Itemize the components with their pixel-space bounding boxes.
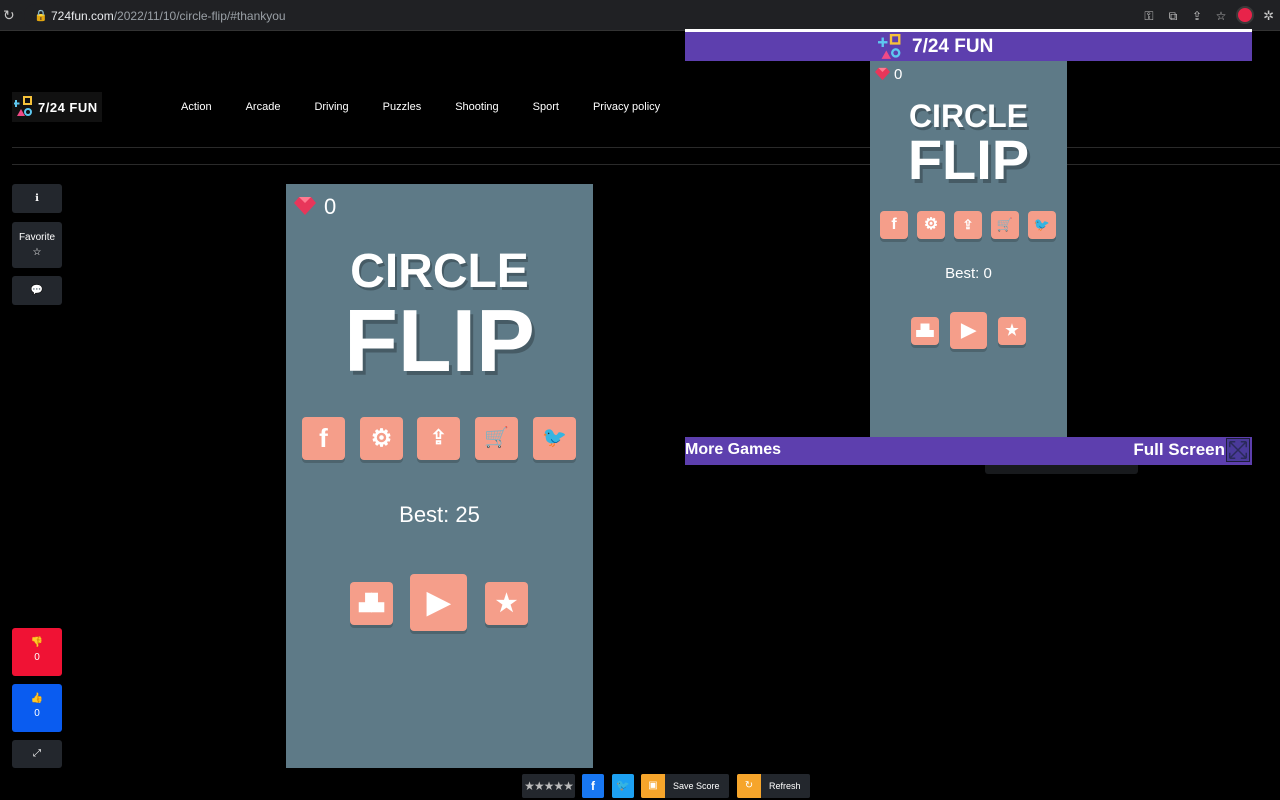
star-icon: ★ — [1005, 322, 1019, 339]
game-title-flip: FLIP — [344, 291, 535, 390]
logo-text: 7/24 FUN — [38, 99, 98, 115]
game-popup-overlay: 7/24 FUN 0 CIRCLE FLIP f ⚙ ⇪ 🛒 🐦 Best: 0… — [685, 29, 1252, 465]
key-icon[interactable]: ⚿ — [1142, 9, 1156, 23]
play-button[interactable]: ▶ — [950, 312, 987, 349]
browser-toolbar: ↻ 🔒 724fun.com/2022/11/10/circle-flip/#t… — [0, 0, 1280, 31]
facebook-icon: f — [591, 779, 595, 793]
overlay-header: 7/24 FUN — [685, 29, 1252, 61]
gear-icon: ⚙ — [923, 216, 939, 233]
play-icon: ▶ — [426, 586, 451, 619]
cart-icon: 🛒 — [484, 427, 509, 449]
overlay-title-flip: FLIP — [907, 128, 1030, 191]
star-outline-icon: ☆ — [32, 247, 42, 258]
nav-sport[interactable]: Sport — [516, 101, 576, 113]
save-score-label: Save Score — [673, 781, 720, 791]
fullscreen-icon[interactable] — [1226, 438, 1250, 462]
logo-mark-icon — [14, 96, 32, 116]
expand-icon: ⤢ — [33, 748, 41, 759]
main-nav: Action Arcade Driving Puzzles Shooting S… — [164, 101, 677, 113]
twitter-icon: 🐦 — [616, 780, 630, 792]
url-text[interactable]: 724fun.com/2022/11/10/circle-flip/#thank… — [51, 9, 286, 23]
facebook-button[interactable]: f — [302, 417, 345, 460]
twitter-button[interactable]: 🐦 — [533, 417, 576, 460]
thumbs-down-icon: 👎 — [30, 637, 44, 648]
leaderboard-icon: ▟▙ — [916, 325, 934, 337]
gem-count: 0 — [324, 194, 337, 219]
twitter-share-button[interactable]: 🐦 — [612, 774, 634, 798]
save-icon: ▣ — [641, 774, 665, 798]
overlay-game-canvas[interactable]: 0 CIRCLE FLIP f ⚙ ⇪ 🛒 🐦 Best: 0 ▟▙ ▶ ★ — [870, 61, 1067, 437]
nav-puzzles[interactable]: Puzzles — [366, 101, 439, 113]
info-icon: ℹ — [35, 193, 39, 204]
logo-mark-icon — [878, 34, 901, 59]
site-logo[interactable]: 7/24 FUN — [12, 92, 102, 122]
share-icon: ⇪ — [962, 217, 974, 232]
extensions-icon[interactable]: ✲ — [1263, 8, 1274, 24]
like-button[interactable]: 👍 0 — [12, 684, 62, 732]
star-icon: ★ — [495, 590, 518, 617]
share-button[interactable]: ⇪ — [417, 417, 460, 460]
reload-icon[interactable]: ↻ — [3, 8, 17, 22]
gem-icon — [875, 67, 890, 81]
facebook-icon: f — [319, 423, 328, 453]
overlay-best-score: Best: 0 — [945, 265, 992, 282]
twitter-icon: 🐦 — [1033, 217, 1051, 232]
like-count: 0 — [34, 708, 40, 719]
twitter-icon: 🐦 — [542, 427, 567, 449]
leaderboard-button[interactable]: ▟▙ — [350, 582, 393, 625]
settings-button[interactable]: ⚙ — [360, 417, 403, 460]
profile-avatar[interactable] — [1236, 6, 1254, 24]
facebook-button[interactable]: f — [880, 211, 908, 239]
shop-button[interactable]: 🛒 — [475, 417, 518, 460]
leaderboard-button[interactable]: ▟▙ — [911, 317, 939, 345]
best-score: Best: 25 — [399, 502, 480, 527]
game-canvas[interactable]: 0 CIRCLE FLIP f ⚙ ⇪ 🛒 🐦 Best: 25 ▟▙ ▶ ★ — [286, 184, 593, 768]
gear-icon: ⚙ — [370, 425, 393, 452]
nav-action[interactable]: Action — [164, 101, 229, 113]
settings-button[interactable]: ⚙ — [917, 211, 945, 239]
lock-icon[interactable]: 🔒 — [34, 9, 48, 22]
refresh-icon: ↻ — [737, 774, 761, 798]
shop-button[interactable]: 🛒 — [991, 211, 1019, 239]
gem-icon — [294, 197, 316, 215]
comment-icon: 💬 — [30, 285, 44, 296]
overlay-footer: More Games Full Screen — [685, 437, 1252, 465]
nav-arcade[interactable]: Arcade — [229, 101, 298, 113]
dislike-count: 0 — [34, 652, 40, 663]
rating-stars[interactable]: ★★★★★ — [522, 774, 575, 798]
nav-privacy-policy[interactable]: Privacy policy — [576, 101, 677, 113]
play-button[interactable]: ▶ — [410, 574, 467, 631]
nav-shooting[interactable]: Shooting — [438, 101, 515, 113]
share-button[interactable]: ⇪ — [954, 211, 982, 239]
favorite-label: Favorite — [18, 232, 56, 243]
nav-driving[interactable]: Driving — [297, 101, 365, 113]
bookmark-star-icon[interactable]: ☆ — [1214, 9, 1228, 23]
full-screen-link[interactable]: Full Screen — [1133, 440, 1225, 460]
overlay-brand-text: 7/24 FUN — [912, 36, 994, 57]
dislike-button[interactable]: 👎 0 — [12, 628, 62, 676]
more-games-link[interactable]: More Games — [685, 441, 781, 459]
rate-button[interactable]: ★ — [485, 582, 528, 625]
info-button[interactable]: ℹ — [12, 184, 62, 213]
share-icon: ⇪ — [430, 427, 447, 449]
refresh-label: Refresh — [769, 781, 801, 791]
play-icon: ▶ — [961, 320, 976, 341]
refresh-button[interactable]: ↻ Refresh — [737, 774, 810, 798]
fullscreen-button[interactable]: ⤢ — [12, 740, 62, 768]
address-bar[interactable]: 🔒 724fun.com/2022/11/10/circle-flip/#tha… — [24, 4, 1256, 28]
share-icon[interactable]: ⇪ — [1190, 9, 1204, 23]
save-score-button[interactable]: ▣ Save Score — [641, 774, 729, 798]
thumbs-up-icon: 👍 — [30, 693, 44, 704]
favorite-button[interactable]: Favorite ☆ — [12, 222, 62, 268]
leaderboard-icon: ▟▙ — [359, 595, 384, 612]
cart-icon: 🛒 — [996, 217, 1014, 232]
hidden-toolbar — [985, 464, 1138, 474]
translate-icon[interactable]: ⧉ — [1166, 9, 1180, 23]
twitter-button[interactable]: 🐦 — [1028, 211, 1056, 239]
facebook-icon: f — [891, 216, 897, 233]
comments-button[interactable]: 💬 — [12, 276, 62, 305]
facebook-share-button[interactable]: f — [582, 774, 604, 798]
overlay-gem-count: 0 — [894, 66, 903, 83]
rate-button[interactable]: ★ — [998, 317, 1026, 345]
